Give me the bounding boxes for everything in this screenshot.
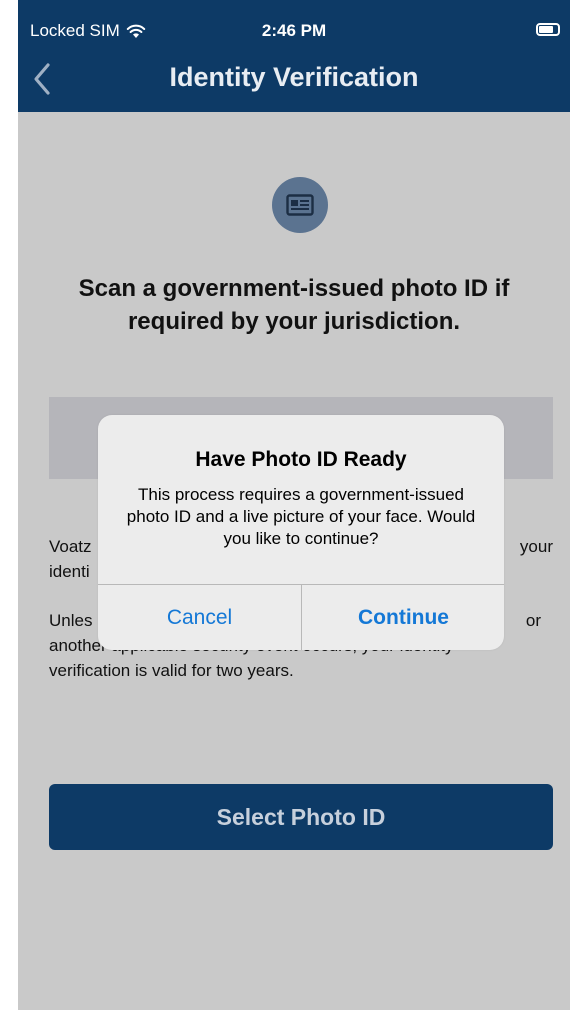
paragraph1-start: Voatz <box>49 537 92 556</box>
continue-button[interactable]: Continue <box>302 585 504 650</box>
cancel-button[interactable]: Cancel <box>98 585 301 650</box>
paragraph2-start: Unles <box>49 611 93 630</box>
paragraph2-end: or <box>525 611 541 630</box>
nav-bar: Identity Verification <box>18 46 570 112</box>
status-bar: Locked SIM 2:46 PM <box>18 0 570 46</box>
instruction-heading: Scan a government-issued photo ID if req… <box>78 275 510 335</box>
alert-message: This process requires a government-issue… <box>126 485 476 548</box>
status-time: 2:46 PM <box>261 21 327 40</box>
paragraph2-line3: verification is valid for two years. <box>49 661 294 680</box>
paragraph1-end: your <box>519 537 553 556</box>
photo-id-alert-dialog: Have Photo ID Ready This process require… <box>98 415 504 650</box>
page-title: Identity Verification <box>169 62 419 92</box>
app-screen: Locked SIM 2:46 PM Identity Verification… <box>18 0 570 1010</box>
alert-title: Have Photo ID Ready <box>195 448 407 471</box>
id-card-icon-badge <box>272 177 328 233</box>
select-photo-id-button[interactable]: Select Photo ID <box>49 784 553 850</box>
battery-icon <box>536 23 560 36</box>
id-card-icon <box>286 194 314 216</box>
device-edge <box>0 0 18 1010</box>
